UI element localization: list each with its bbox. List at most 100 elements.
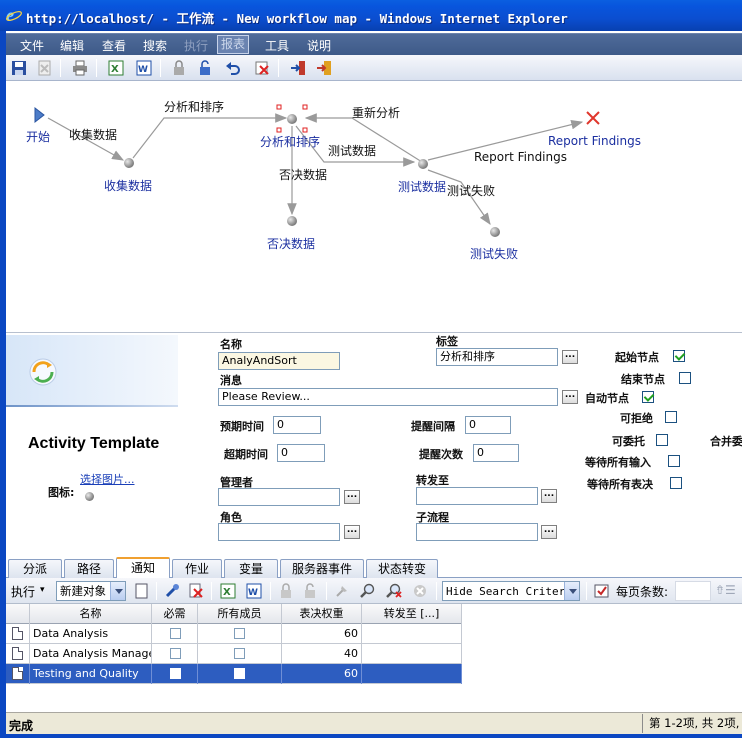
header-all-members[interactable]: 所有成员 [198, 604, 282, 624]
node-fail-dot[interactable] [490, 227, 500, 237]
auto-node-checkbox[interactable] [642, 391, 654, 403]
start-node-checkbox[interactable] [673, 350, 685, 362]
table-row[interactable]: Data Analysis Manager 40 [6, 644, 462, 664]
new-object-select[interactable]: 新建对象 [56, 581, 126, 601]
edge-label-reanalyze: 重新分析 [352, 106, 401, 120]
reminder-interval-field[interactable]: 0 [465, 416, 511, 434]
exit-icon[interactable] [314, 58, 334, 78]
execute-dropdown-arrow-icon[interactable]: ▾ [40, 585, 45, 595]
header-vote-weight[interactable]: 表决权重 [282, 604, 362, 624]
clear-search-icon[interactable] [384, 581, 404, 601]
node-reject-dot[interactable] [287, 216, 297, 226]
menu-tools[interactable]: 工具 [265, 37, 289, 54]
excel-icon[interactable]: X [106, 58, 126, 78]
menu-execute[interactable]: 执行 [184, 37, 208, 54]
forward-field[interactable] [416, 487, 538, 505]
menu-search[interactable]: 搜索 [143, 37, 167, 54]
forward-ellipsis-button[interactable]: ... [541, 489, 557, 503]
checklist-icon[interactable] [592, 581, 612, 601]
tag-field[interactable]: 分析和排序 [436, 348, 558, 366]
tab-job[interactable]: 作业 [172, 559, 222, 578]
node-report-label[interactable]: Report Findings [548, 134, 641, 148]
save-icon[interactable] [9, 58, 29, 78]
tab-server-events[interactable]: 服务器事件 [280, 559, 364, 578]
message-ellipsis-button[interactable]: ... [562, 390, 578, 404]
role-field[interactable] [218, 523, 340, 541]
grid-word-icon[interactable]: W [244, 581, 264, 601]
table-row-selected[interactable]: Testing and Quality 60 [6, 664, 462, 684]
tab-path[interactable]: 路径 [64, 559, 114, 578]
close-document-icon[interactable] [35, 58, 55, 78]
node-analyze-label[interactable]: 分析和排序 [260, 133, 320, 150]
name-field[interactable]: AnalyAndSort [218, 352, 340, 370]
menu-file[interactable]: 文件 [20, 37, 44, 54]
node-analyze-dot[interactable] [287, 114, 297, 124]
node-reject-label[interactable]: 否决数据 [267, 235, 315, 252]
node-test-dot[interactable] [418, 159, 428, 169]
per-page-input[interactable] [675, 581, 711, 601]
table-row[interactable]: Data Analysis 60 [6, 624, 462, 644]
print-icon[interactable] [70, 58, 90, 78]
delete-icon[interactable] [252, 58, 272, 78]
tab-variables[interactable]: 变量 [224, 559, 278, 578]
unlock-icon[interactable] [195, 58, 215, 78]
node-start-label[interactable]: 开始 [26, 128, 50, 145]
cancel-icon[interactable] [410, 581, 430, 601]
node-collect-dot[interactable] [124, 158, 134, 168]
message-field[interactable]: Please Review... [218, 388, 558, 406]
search-criteria-select[interactable]: Hide Search Criteria [442, 581, 580, 601]
node-test-label[interactable]: 测试数据 [398, 178, 446, 195]
undo-icon[interactable] [223, 58, 243, 78]
overtime-field[interactable]: 0 [277, 444, 325, 462]
grid-unlock-icon[interactable] [300, 581, 320, 601]
window-title-bar[interactable]: e http://localhost/ - 工作流 - New workflow… [0, 0, 742, 31]
subflow-field[interactable] [416, 523, 538, 541]
search-icon[interactable] [358, 581, 378, 601]
choose-image-link[interactable]: 选择图片... [80, 471, 135, 487]
grid-lock-icon[interactable] [276, 581, 296, 601]
end-node-icon[interactable] [586, 111, 600, 125]
required-checkbox[interactable] [170, 668, 181, 679]
checkout-icon[interactable] [288, 58, 308, 78]
menu-report[interactable]: 报表 [217, 35, 250, 54]
role-ellipsis-button[interactable]: ... [344, 525, 360, 539]
delegable-checkbox[interactable] [656, 434, 668, 446]
tab-state-change[interactable]: 状态转变 [366, 559, 438, 578]
tab-notify[interactable]: 通知 [116, 557, 170, 579]
manager-ellipsis-button[interactable]: ... [344, 490, 360, 504]
required-checkbox[interactable] [170, 648, 181, 659]
menu-edit[interactable]: 编辑 [60, 37, 84, 54]
lock-icon[interactable] [169, 58, 189, 78]
word-icon[interactable]: W [134, 58, 154, 78]
menu-help[interactable]: 说明 [307, 37, 331, 54]
all-members-checkbox[interactable] [234, 628, 245, 639]
subflow-ellipsis-button[interactable]: ... [541, 525, 557, 539]
edit-tool-icon[interactable] [162, 581, 182, 601]
new-row-icon[interactable] [132, 581, 152, 601]
wait-all-vote-checkbox[interactable] [670, 477, 682, 489]
wait-all-input-checkbox[interactable] [668, 455, 680, 467]
grid-excel-icon[interactable]: X [218, 581, 238, 601]
manager-field[interactable] [218, 488, 340, 506]
node-collect-label[interactable]: 收集数据 [104, 177, 152, 194]
tab-assign[interactable]: 分派 [8, 559, 62, 578]
expected-time-field[interactable]: 0 [273, 416, 321, 434]
pin-icon[interactable] [332, 581, 352, 601]
end-node-checkbox[interactable] [679, 372, 691, 384]
header-name[interactable]: 名称 [30, 604, 152, 624]
all-members-checkbox[interactable] [234, 648, 245, 659]
delete-row-icon[interactable] [186, 581, 206, 601]
reminder-count-field[interactable]: 0 [473, 444, 519, 462]
menu-view[interactable]: 查看 [102, 37, 126, 54]
required-checkbox[interactable] [170, 628, 181, 639]
execute-dropdown[interactable]: 执行 [11, 583, 35, 600]
all-members-checkbox[interactable] [234, 668, 245, 679]
workflow-canvas[interactable]: 开始 收集数据 分析和排序 否决数据 测试数据 测试失败 Report Find… [6, 82, 742, 332]
rejectable-checkbox[interactable] [665, 411, 677, 423]
header-required[interactable]: 必需 [152, 604, 198, 624]
apply-page-size-icon[interactable]: ⇮☰ [715, 583, 736, 597]
header-forward[interactable]: 转发至 [...] [362, 604, 462, 624]
node-fail-label[interactable]: 测试失败 [470, 245, 518, 262]
start-node-icon[interactable] [34, 106, 45, 124]
tag-ellipsis-button[interactable]: ... [562, 350, 578, 364]
